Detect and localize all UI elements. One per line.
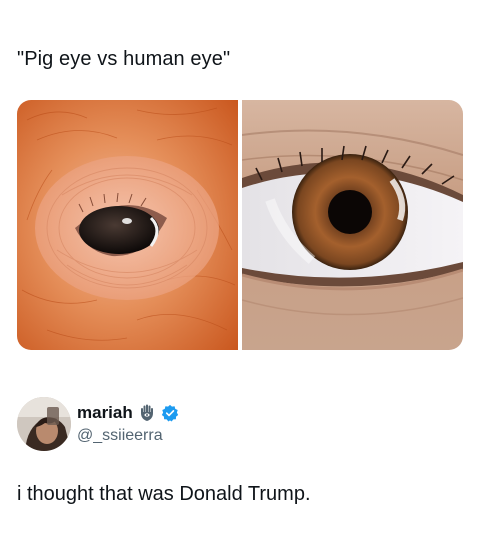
user-name-row: mariah — [77, 403, 179, 423]
hamsa-icon — [138, 404, 156, 422]
image-grid — [17, 100, 463, 350]
user-avatar-image — [17, 397, 71, 451]
pig-eye-image — [17, 100, 238, 350]
reply-text: i thought that was Donald Trump. — [17, 483, 311, 505]
user-handle[interactable]: @_ssiieerra — [77, 426, 163, 446]
post-screenshot: "Pig eye vs human eye" mariah @_ssiieerr… — [0, 0, 480, 555]
avatar[interactable] — [17, 397, 71, 451]
quoted-user-card[interactable]: mariah @_ssiieerra — [17, 397, 463, 453]
pig-eye-photo[interactable] — [17, 100, 238, 350]
human-eye-image — [242, 100, 463, 350]
verified-badge-icon — [161, 404, 179, 422]
post-title: "Pig eye vs human eye" — [17, 48, 231, 70]
human-eye-photo[interactable] — [242, 100, 463, 350]
display-name[interactable]: mariah — [77, 403, 133, 423]
